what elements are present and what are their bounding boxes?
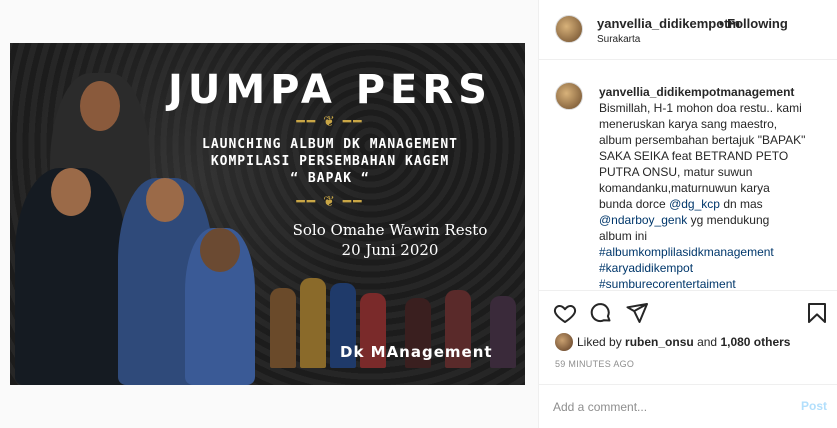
caption-line-mention: bunda dorce @dg_kcp dn mas (599, 196, 829, 212)
comment-input[interactable] (553, 397, 783, 417)
image-date: 20 Juni 2020 (341, 241, 439, 259)
post-media-pane: JUMPA PERS ━━ ❦ ━━ LAUNCHING ALBUM DK MA… (0, 0, 538, 428)
caption-text-fragment: dn mas (723, 197, 763, 211)
following-status[interactable]: • Following (719, 16, 788, 31)
caption-line: PUTRA ONSU, matur suwun (599, 165, 753, 179)
figure-head (200, 228, 240, 272)
ornament-bottom-icon: ━━ ❦ ━━ (296, 193, 364, 209)
mention-link[interactable]: @ndarboy_genk (599, 213, 687, 227)
heart-icon[interactable] (553, 301, 577, 325)
figure-head (51, 168, 91, 216)
hashtag-link[interactable]: #karyadidikempot (599, 260, 829, 276)
likes-count[interactable]: 1,080 others (720, 335, 790, 349)
author-avatar[interactable] (555, 15, 583, 43)
image-line-2: KOMPILASI PERSEMBAHAN KAGEM (210, 154, 450, 169)
hashtag-link[interactable]: #albumkomplilasidkmanagement (599, 244, 829, 260)
likes-prefix: Liked by (577, 335, 622, 349)
caption-area: yanvellia_didikempotmanagement Bismillah… (539, 61, 837, 290)
caption-line-mention: @ndarboy_genk yg mendukung (599, 212, 829, 228)
post-location[interactable]: Surakarta (597, 34, 640, 45)
performer (300, 278, 326, 368)
action-bar (539, 290, 837, 330)
caption-text-fragment: bunda dorce (599, 197, 666, 211)
caption-text: Bismillah, H-1 mohon doa restu.. kami me… (599, 100, 829, 290)
performer (270, 288, 296, 368)
post-header: yanvellia_didikempotm • Following Suraka… (539, 0, 837, 60)
image-headline: JUMPA PERS (168, 67, 492, 113)
caption-avatar[interactable] (555, 82, 583, 110)
mention-link[interactable]: @dg_kcp (669, 197, 720, 211)
post-details-pane: yanvellia_didikempotm • Following Suraka… (538, 0, 837, 428)
caption-line: SAKA SEIKA feat BETRAND PETO (599, 149, 789, 163)
image-line-3: “ BAPAK “ (290, 171, 370, 186)
caption-line: album persembahan bertajuk "BAPAK" (599, 133, 806, 147)
post-image[interactable]: JUMPA PERS ━━ ❦ ━━ LAUNCHING ALBUM DK MA… (10, 43, 525, 385)
share-icon[interactable] (625, 301, 649, 325)
likes-middle: and (697, 335, 718, 349)
post-comment-button[interactable]: Post (801, 399, 827, 413)
caption-line: Bismillah, H-1 mohon doa restu.. kami (599, 101, 802, 115)
caption-text-fragment: yg mendukung (690, 213, 770, 227)
bookmark-icon[interactable] (805, 301, 829, 325)
image-venue: Solo Omahe Wawin Resto (292, 221, 488, 239)
image-footer-brand: Dk MAnagement (340, 343, 493, 361)
post-timestamp[interactable]: 59 MINUTES AGO (555, 359, 634, 369)
liker-username[interactable]: ruben_onsu (625, 335, 694, 349)
image-line-1: LAUNCHING ALBUM DK MANAGEMENT (202, 137, 458, 152)
hashtag-link[interactable]: #sumburecorentertaiment (599, 276, 829, 290)
comment-icon[interactable] (589, 301, 613, 325)
caption-line: album ini (599, 229, 648, 243)
performer (490, 296, 516, 368)
likes-text: Liked by ruben_onsu and 1,080 others (577, 335, 790, 349)
caption-line: meneruskan karya sang maestro, (599, 117, 778, 131)
figure-girl (185, 228, 255, 385)
comment-box: Post (539, 384, 837, 428)
figure-head (80, 81, 120, 131)
ornament-top-icon: ━━ ❦ ━━ (296, 113, 364, 129)
caption-username[interactable]: yanvellia_didikempotmanagement (599, 85, 794, 99)
figure-boy-1 (15, 168, 127, 385)
caption-line: komandanku,maturnuwun karya (599, 181, 770, 195)
liker-avatar[interactable] (555, 333, 573, 351)
